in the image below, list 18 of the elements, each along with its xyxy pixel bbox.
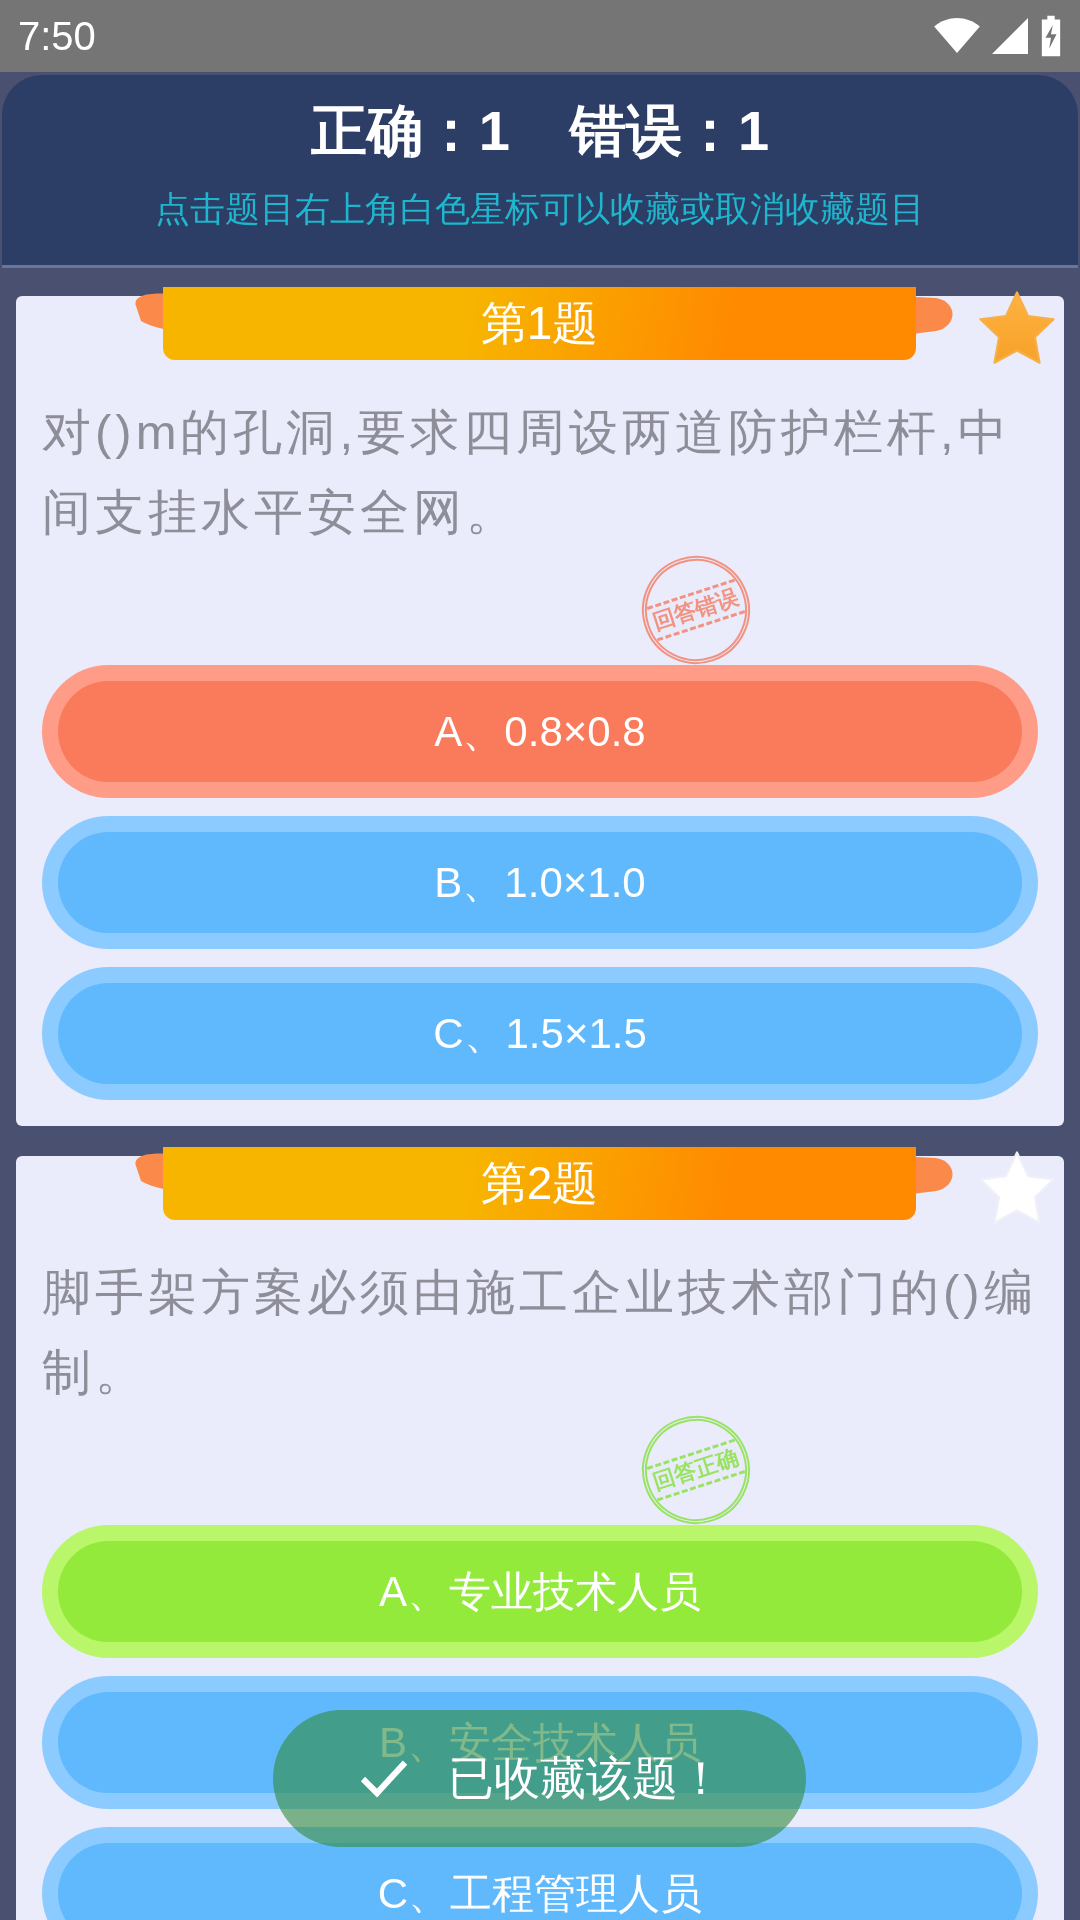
hint-text: 点击题目右上角白色星标可以收藏或取消收藏题目 (155, 188, 925, 230)
answer-option[interactable]: A、专业技术人员 (42, 1525, 1038, 1658)
answer-option[interactable]: A、0.8×0.8 (42, 665, 1038, 798)
answer-option[interactable]: C、1.5×1.5 (42, 967, 1038, 1100)
score-text: 错误：1 (570, 98, 770, 164)
score-text: 正确：1 (310, 98, 510, 164)
battery-icon (1040, 14, 1062, 58)
stamp-text: 回答正确 (646, 1438, 746, 1502)
question-text: 脚手架方案必须由施工企业技术部门的()编制。 (42, 1264, 1038, 1401)
question-text: 对()m的孔洞,要求四周设两道防护栏杆,中间支挂水平安全网。 (42, 404, 1012, 541)
stamp-text: 回答错误 (646, 578, 746, 642)
status-time: 7:50 (18, 13, 96, 60)
question-number-ribbon: 第1题 (163, 287, 916, 360)
wifi-icon (934, 17, 980, 55)
answer-option[interactable]: B、1.0×1.0 (42, 816, 1038, 949)
signal-icon (992, 18, 1028, 54)
question-number-ribbon: 第2题 (163, 1147, 916, 1220)
answer-option[interactable]: C、工程管理人员 (42, 1827, 1038, 1920)
